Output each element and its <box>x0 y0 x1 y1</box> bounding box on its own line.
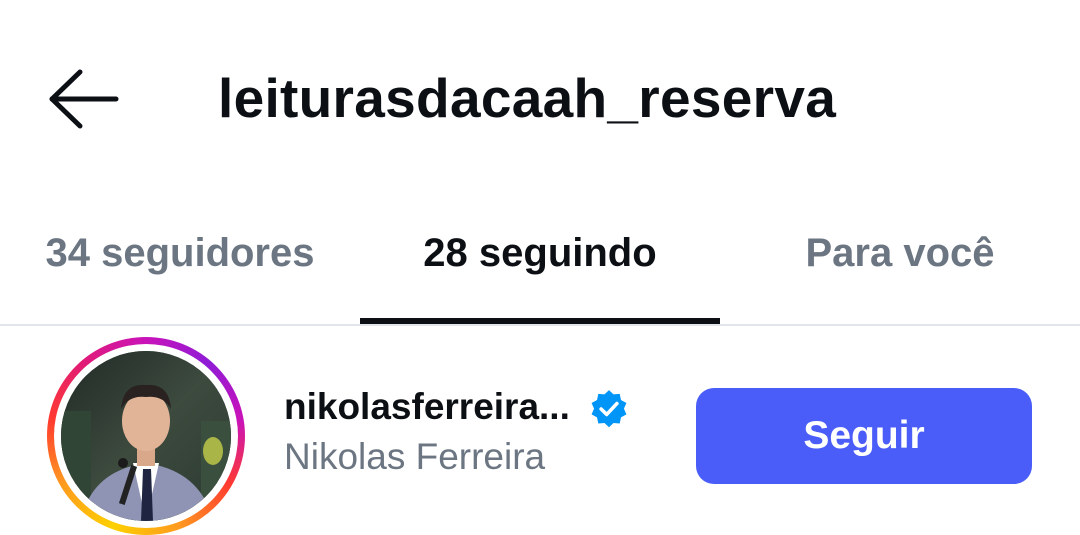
list-item-username[interactable]: nikolasferreira... <box>284 384 570 430</box>
tab-following[interactable]: 28 seguindo <box>360 200 720 323</box>
follow-button[interactable]: Seguir <box>696 388 1032 484</box>
tab-label: 34 seguidores <box>45 230 315 275</box>
list-item-full-name: Nikolas Ferreira <box>284 436 546 477</box>
tab-for-you[interactable]: Para você <box>720 200 1080 323</box>
list-item[interactable]: nikolasferreira... Nikolas Ferreira Segu… <box>0 330 1080 535</box>
avatar <box>61 351 231 521</box>
back-button[interactable] <box>44 64 124 134</box>
username-line: nikolasferreira... <box>284 384 630 430</box>
tab-label: 28 seguindo <box>423 230 657 275</box>
active-tab-indicator <box>360 318 720 324</box>
profile-username-title: leiturasdacaah_reserva <box>218 67 837 129</box>
top-bar: leiturasdacaah_reserva <box>0 0 1080 190</box>
story-ring[interactable] <box>47 337 245 535</box>
arrow-left-icon <box>49 69 119 129</box>
follow-tabs: 34 seguidores 28 seguindo Para você <box>0 200 1080 326</box>
tab-followers[interactable]: 34 seguidores <box>0 200 360 323</box>
tab-label: Para você <box>805 230 995 275</box>
verified-badge-icon <box>591 390 627 428</box>
tabs-divider <box>0 324 1080 326</box>
